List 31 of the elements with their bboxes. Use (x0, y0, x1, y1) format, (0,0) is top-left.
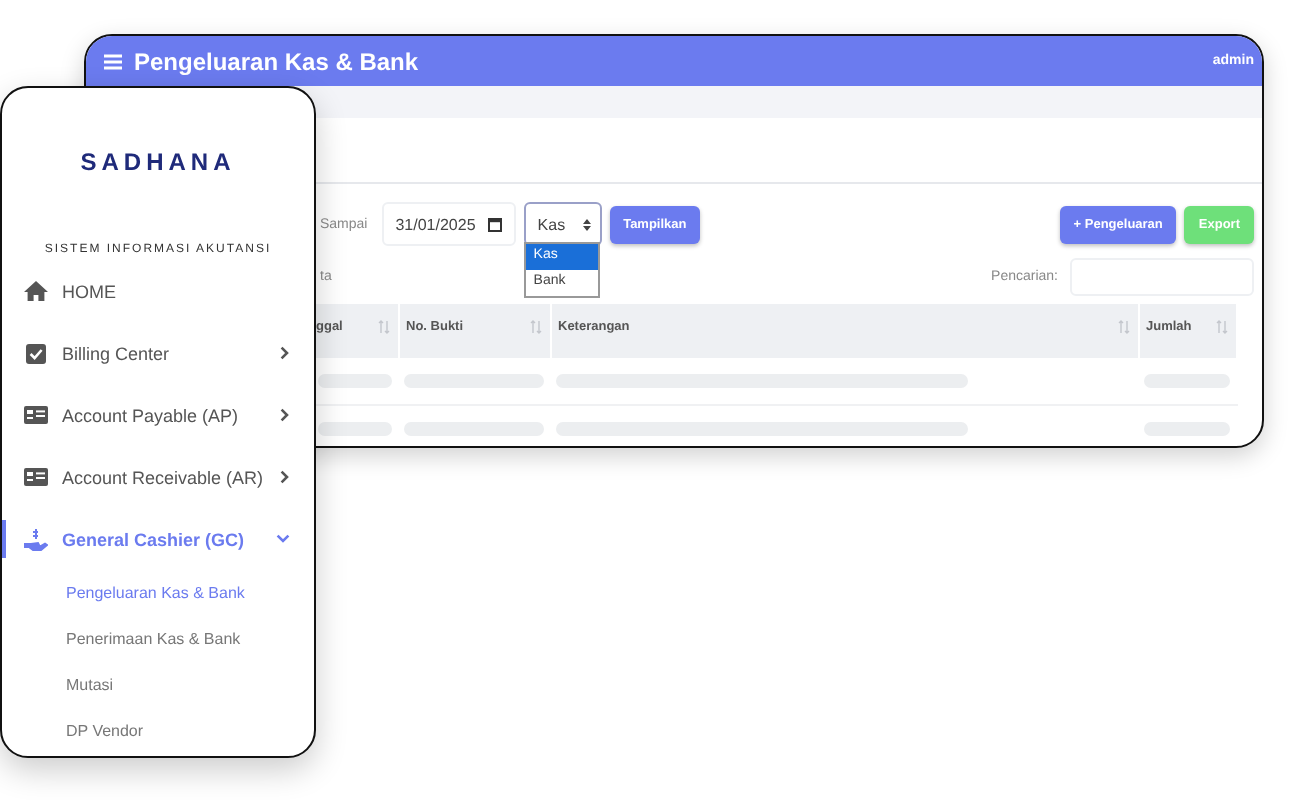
submenu-item[interactable]: Pengeluaran Kas & Bank (2, 570, 314, 616)
sort-icon[interactable] (1216, 320, 1228, 334)
chevron-right-icon (280, 408, 290, 422)
home-icon (23, 280, 47, 302)
type-select[interactable]: Kas (523, 202, 602, 246)
id-card-icon (23, 468, 47, 486)
checkbox-icon (25, 343, 45, 363)
logo-text: SADHANA (78, 148, 238, 176)
skeleton-bar (318, 422, 392, 436)
chevron-down-icon (276, 534, 290, 544)
calendar-icon[interactable] (487, 217, 502, 231)
sort-icon[interactable] (530, 320, 542, 334)
chevron-right-icon (280, 470, 290, 484)
sidebar-item[interactable]: Billing Center (2, 322, 314, 384)
sidebar-item[interactable]: General Cashier (GC) (2, 508, 314, 570)
hand-coin-icon (23, 527, 47, 551)
menu-icon[interactable] (104, 53, 122, 69)
sort-icon[interactable] (378, 320, 390, 334)
skeleton-bar (318, 374, 392, 388)
id-card-icon (23, 406, 47, 424)
sidebar-item[interactable]: HOME (2, 260, 314, 322)
sidebar-item[interactable]: Account Receivable (AR) (2, 446, 314, 508)
select-arrows-icon (581, 217, 592, 231)
sort-icon[interactable] (1118, 320, 1130, 334)
sidebar-item[interactable]: Account Payable (AP) (2, 384, 314, 446)
chevron-right-icon (280, 346, 290, 360)
date-field[interactable]: 31/01/2025 (381, 202, 516, 246)
submenu-item[interactable]: Penerimaan Kas & Bank (2, 616, 314, 662)
submenu-item[interactable]: Mutasi (2, 662, 314, 708)
page-title: Pengeluaran Kas & Bank (134, 47, 421, 75)
submenu-item[interactable]: DP Vendor (2, 708, 314, 754)
